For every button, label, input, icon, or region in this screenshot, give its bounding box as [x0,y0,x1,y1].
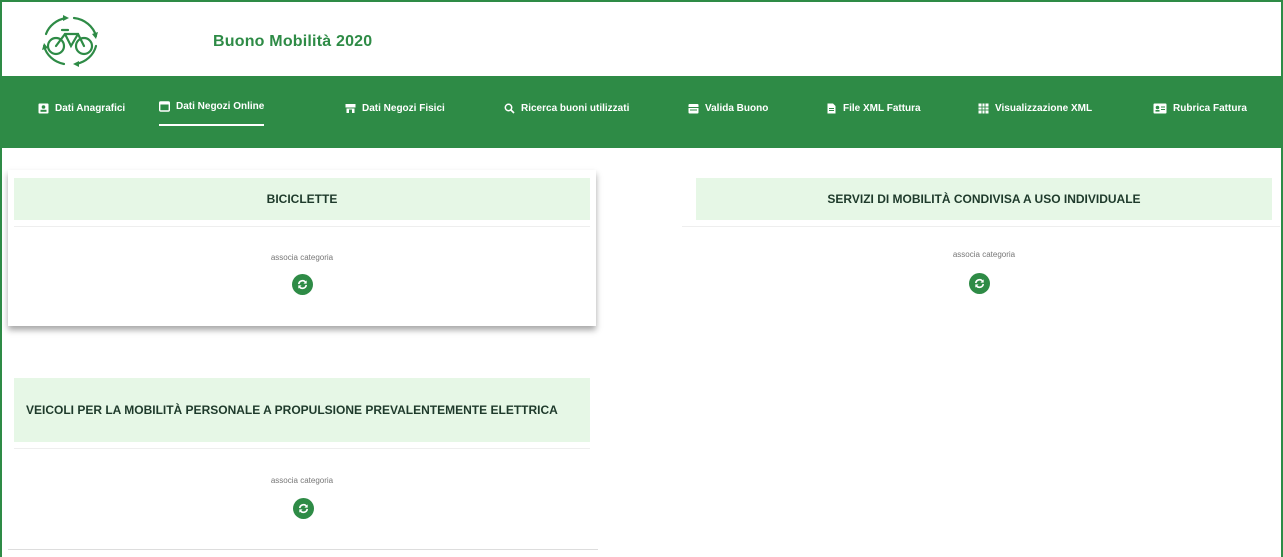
file-icon [826,103,837,114]
nav-item-label: Visualizzazione XML [995,102,1093,114]
store-icon [345,103,356,113]
refresh-icon [298,503,309,514]
main-navbar: Dati Anagrafici Dati Negozi Online Dati … [2,76,1281,148]
card-divider [14,226,590,227]
category-card-servizi-mobilita: SERVIZI DI MOBILITÀ CONDIVISA A USO INDI… [682,170,1280,326]
category-card-veicoli-mobilita: VEICOLI PER LA MOBILITÀ PERSONALE A PROP… [8,370,596,550]
bicycle-recycle-logo [36,12,104,70]
associa-categoria-label: associa categoria [270,476,334,485]
nav-item-visualizzazione-xml[interactable]: Visualizzazione XML [978,94,1092,122]
card-bottom-edge [8,549,598,550]
category-card-biciclette: BICICLETTE associa categoria [8,170,596,326]
category-title-text: VEICOLI PER LA MOBILITÀ PERSONALE A PROP… [26,402,558,417]
associa-categoria-button[interactable] [293,498,314,519]
card-divider [14,448,590,449]
nav-item-rubrica-fattura[interactable]: Rubrica Fattura [1153,94,1247,122]
grid-icon [978,103,989,114]
refresh-icon [297,279,308,290]
category-title: BICICLETTE [14,178,590,220]
nav-item-label: Ricerca buoni utilizzati [521,102,630,114]
search-icon [504,103,515,114]
nav-item-valida-buono[interactable]: Valida Buono [688,94,768,122]
nav-item-file-xml-fattura[interactable]: File XML Fattura [826,94,921,122]
nav-item-label: File XML Fattura [843,102,921,114]
nav-item-dati-anagrafici[interactable]: Dati Anagrafici [38,94,125,122]
nav-item-label: Dati Negozi Fisici [362,102,445,114]
nav-item-label: Rubrica Fattura [1173,102,1247,114]
id-card-icon [38,103,49,114]
associa-categoria-label: associa categoria [952,250,1016,259]
associa-categoria-label: associa categoria [270,253,334,262]
associa-categoria-button[interactable] [292,274,313,295]
refresh-icon [974,278,985,289]
nav-item-ricerca-buoni[interactable]: Ricerca buoni utilizzati [504,94,629,122]
app-title: Buono Mobilità 2020 [213,33,373,50]
contact-card-icon [1153,103,1167,114]
calendar-check-icon [688,103,699,114]
nav-item-dati-negozi-fisici[interactable]: Dati Negozi Fisici [345,94,445,122]
associa-categoria-button[interactable] [969,273,990,294]
top-bar: Buono Mobilità 2020 [2,2,1281,76]
browser-window-icon [159,101,170,112]
category-title: VEICOLI PER LA MOBILITÀ PERSONALE A PROP… [14,378,590,442]
nav-item-dati-negozi-online[interactable]: Dati Negozi Online [159,92,265,126]
card-divider [682,226,1280,227]
nav-item-label: Dati Anagrafici [55,102,126,114]
category-title: SERVIZI DI MOBILITÀ CONDIVISA A USO INDI… [696,178,1272,220]
nav-item-label: Valida Buono [705,102,769,114]
nav-item-label: Dati Negozi Online [176,100,265,112]
